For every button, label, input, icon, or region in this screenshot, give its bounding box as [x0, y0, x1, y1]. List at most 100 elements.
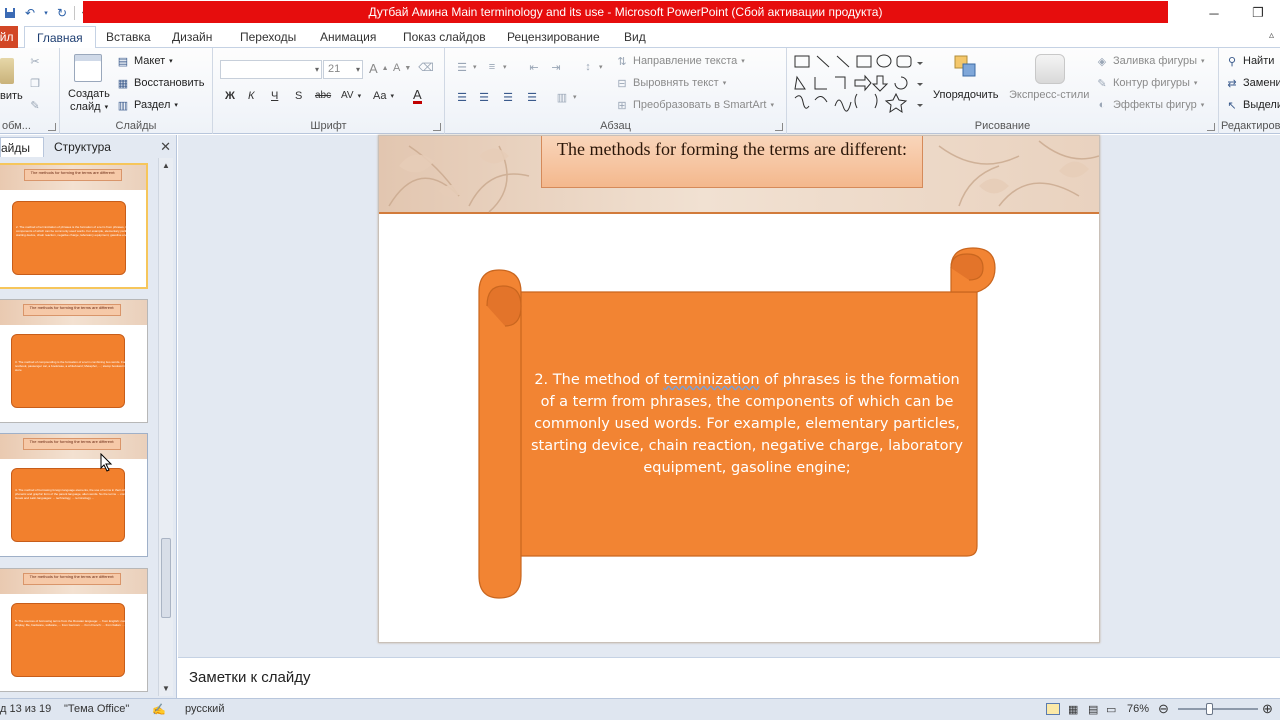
paragraph-dialog-launcher[interactable] [775, 123, 783, 131]
tab-slides[interactable]: айды [0, 137, 44, 157]
align-right-icon[interactable]: ☰ [501, 90, 515, 104]
tab-slideshow[interactable]: Показ слайдов [403, 26, 486, 48]
tab-outline[interactable]: Структура [54, 137, 111, 157]
normal-view-icon[interactable] [1046, 703, 1060, 715]
char-spacing-button[interactable]: AV ▾ [341, 90, 361, 101]
bold-button[interactable]: Ж [225, 90, 235, 102]
shape-fill-button[interactable]: ◈ Заливка фигуры ▾ [1095, 54, 1205, 68]
font-size-select[interactable]: 21 ▾ [323, 60, 363, 79]
redo-icon[interactable]: ↻ [54, 5, 70, 21]
convert-smartart-label: Преобразовать в SmartArt [633, 99, 767, 111]
numbering-button[interactable]: ≡ ▾ [485, 60, 507, 74]
layout-button[interactable]: ▤ Макет ▾ [116, 54, 173, 68]
new-slide-label[interactable]: Создать [68, 88, 110, 100]
slide-thumbnail[interactable]: The methods for forming the terms are di… [0, 568, 148, 692]
chevron-down-icon: ▾ [357, 92, 362, 100]
select-button[interactable]: ↖ Выдели [1225, 98, 1280, 112]
arrange-icon[interactable] [953, 54, 981, 82]
paste-icon[interactable] [0, 58, 14, 84]
zoom-slider[interactable] [1178, 708, 1258, 710]
tab-review[interactable]: Рецензирование [507, 26, 600, 48]
undo-icon[interactable]: ↶ [22, 5, 38, 21]
tab-design[interactable]: Дизайн [172, 26, 212, 48]
text-direction-button[interactable]: ⇅ Направление текста ▾ [615, 54, 744, 68]
clear-format-icon[interactable]: ⌫ [418, 60, 434, 74]
tab-transitions[interactable]: Переходы [240, 26, 296, 48]
section-button[interactable]: ▥ Раздел ▾ [116, 98, 178, 112]
close-icon[interactable]: ✕ [160, 139, 171, 155]
undo-dropdown-icon[interactable]: ▾ [42, 5, 50, 21]
align-text-button[interactable]: ⊟ Выровнять текст ▾ [615, 76, 726, 90]
find-button[interactable]: ⚲ Найти [1225, 54, 1274, 68]
shape-effects-button[interactable]: ◐ Эффекты фигур ▾ [1095, 98, 1205, 112]
slide-title[interactable]: The methods for forming the terms are di… [541, 136, 923, 188]
zoom-in-icon[interactable]: ⊕ [1262, 701, 1273, 717]
slideshow-icon[interactable]: ▭ [1106, 703, 1116, 716]
increase-indent-icon[interactable]: ⇥ [549, 60, 563, 74]
font-color-button[interactable]: A [413, 88, 422, 104]
minimize-icon[interactable]: ─ [1192, 0, 1236, 26]
slides-scrollbar[interactable]: ▲ ▼ [158, 158, 173, 696]
reset-button[interactable]: ▦ Восстановить [116, 76, 205, 90]
replace-button[interactable]: ⇄ Замени [1225, 76, 1280, 90]
font-size-value: 21 [328, 63, 341, 75]
spellcheck-icon[interactable]: ✍ [152, 703, 166, 716]
new-slide-dropdown[interactable]: слайд ▾ [70, 101, 108, 113]
paste-button[interactable]: вить [0, 90, 23, 102]
ribbon-collapse-icon[interactable]: ▵ [1269, 30, 1274, 41]
change-case-button[interactable]: Aa ▾ [373, 90, 394, 102]
convert-smartart-button[interactable]: ⊞ Преобразовать в SmartArt ▾ [615, 98, 774, 112]
scrollbar-thumb[interactable] [161, 538, 171, 618]
theme-name[interactable]: "Тема Office" [64, 703, 129, 715]
tab-animation[interactable]: Анимация [320, 26, 376, 48]
zoom-slider-thumb[interactable] [1206, 703, 1213, 715]
reading-view-icon[interactable]: ▤ [1088, 703, 1098, 716]
justify-icon[interactable]: ☰ [525, 90, 539, 104]
restore-icon[interactable]: ❐ [1236, 0, 1280, 26]
zoom-percentage[interactable]: 76% [1127, 703, 1149, 715]
notes-pane[interactable]: Заметки к слайду [178, 657, 1280, 698]
slide-thumbnail[interactable]: The methods for forming the terms are di… [0, 433, 148, 557]
slide-thumbnail[interactable]: The methods for forming the terms are di… [0, 299, 148, 423]
bullets-button[interactable]: ☰ ▾ [455, 60, 476, 74]
scroll-down-icon[interactable]: ▼ [162, 684, 170, 693]
scroll-up-icon[interactable]: ▲ [162, 161, 170, 170]
grow-font-button[interactable]: A ▲ [369, 61, 389, 76]
save-icon[interactable] [2, 5, 18, 21]
tab-file[interactable]: Файл [0, 26, 18, 48]
italic-button[interactable]: К [248, 90, 254, 102]
tab-insert[interactable]: Вставка [106, 26, 151, 48]
tab-home[interactable]: Главная [24, 26, 96, 49]
columns-button[interactable]: ▥ ▾ [555, 90, 577, 104]
shapes-gallery[interactable] [793, 54, 923, 116]
quick-styles-icon[interactable] [1035, 54, 1065, 84]
copy-icon[interactable]: ❐ [28, 76, 42, 90]
cut-icon[interactable]: ✂ [28, 54, 42, 68]
replace-label: Замени [1243, 77, 1280, 89]
drawing-dialog-launcher[interactable] [1207, 123, 1215, 131]
align-center-icon[interactable]: ☰ [477, 90, 491, 104]
quick-styles-button[interactable]: Экспресс-стили [1009, 89, 1089, 101]
slide-sorter-icon[interactable]: ▦ [1068, 703, 1078, 716]
font-family-select[interactable]: ▾ [220, 60, 322, 79]
arrange-button[interactable]: Упорядочить [933, 89, 998, 101]
format-painter-icon[interactable]: ✎ [28, 98, 42, 112]
tab-view[interactable]: Вид [624, 26, 646, 48]
shape-outline-button[interactable]: ✎ Контур фигуры ▾ [1095, 76, 1197, 90]
shrink-font-button[interactable]: A ▼ [393, 62, 411, 74]
underline-button[interactable]: Ч [271, 90, 278, 102]
slide-thumbnail[interactable]: The methods for forming the terms are di… [0, 163, 148, 289]
new-slide-icon[interactable] [74, 54, 102, 82]
line-spacing-button[interactable]: ↕ ▾ [581, 60, 602, 74]
clipboard-dialog-launcher[interactable] [48, 123, 56, 131]
scroll-text[interactable]: 2. The method of terminization of phrase… [529, 369, 965, 479]
strikethrough-button[interactable]: abc [315, 90, 331, 101]
shadow-s-button[interactable]: S [295, 90, 302, 102]
find-label: Найти [1243, 55, 1275, 67]
decrease-indent-icon[interactable]: ⇤ [527, 60, 541, 74]
zoom-out-icon[interactable]: ⊖ [1158, 701, 1169, 717]
current-slide[interactable]: The methods for forming the terms are di… [378, 135, 1100, 643]
align-left-icon[interactable]: ☰ [455, 90, 469, 104]
font-dialog-launcher[interactable] [433, 123, 441, 131]
language-indicator[interactable]: русский [185, 703, 224, 715]
